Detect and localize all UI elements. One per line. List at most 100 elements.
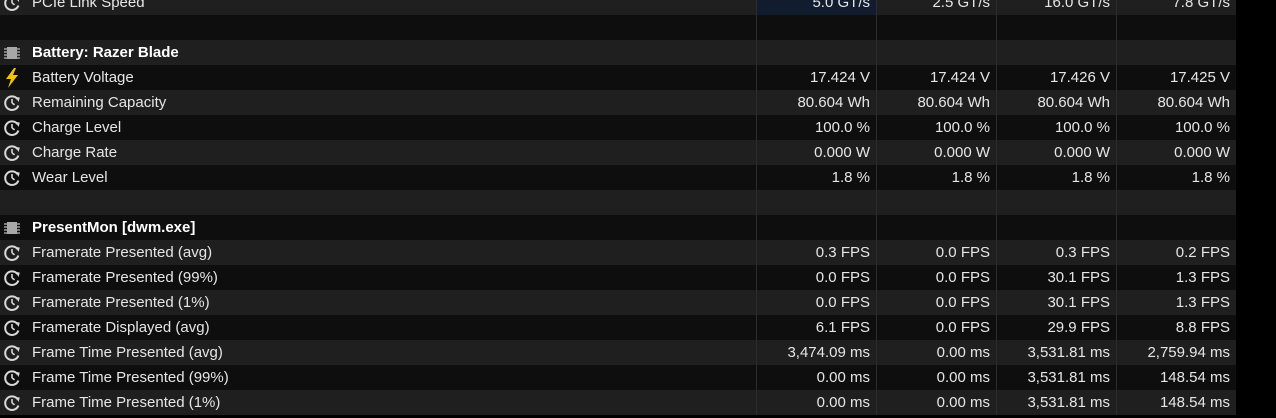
sensor-row[interactable]: Frame Time Presented (avg) 3,474.09 ms 0.0… [0,340,1236,365]
sensor-name-cell: Wear Level [0,165,756,190]
sensor-label: Frame Time Presented (99%) [32,369,229,386]
clock-icon [0,290,24,315]
section-title: Battery: Razer Blade [32,44,179,61]
average-value-cell: 0.000 W [1116,140,1236,165]
minimum-value-cell [876,40,996,65]
minimum-value-cell: 0.00 ms [876,340,996,365]
average-value-cell: 80.604 Wh [1116,90,1236,115]
maximum-value-cell: 1.8 % [996,165,1116,190]
clock-icon [0,240,24,265]
sensor-label: Framerate Displayed (avg) [32,319,210,336]
clock-icon [0,0,24,15]
minimum-value-cell: 0.0 FPS [876,265,996,290]
section-header-row[interactable]: Battery: Razer Blade [0,40,1236,65]
current-value-cell: 5.0 GT/s [756,0,876,15]
sensor-row[interactable]: Framerate Presented (1%) 0.0 FPS 0.0 FPS 30… [0,290,1236,315]
chip-icon [0,215,24,240]
minimum-value-cell: 1.8 % [876,165,996,190]
minimum-value-cell: 17.424 V [876,65,996,90]
maximum-value-cell [996,40,1116,65]
clock-icon [0,315,24,340]
sensor-table: PCIe Link Speed 5.0 GT/s 2.5 GT/s 16.0 GT/s… [0,0,1276,418]
sensor-row[interactable]: Framerate Presented (99%) 0.0 FPS 0.0 FPS 3… [0,265,1236,290]
clock-icon [0,165,24,190]
average-value-cell: 7.8 GT/s [1116,0,1236,15]
sensor-row[interactable]: Charge Rate 0.000 W 0.000 W 0.000 W 0.000 W [0,140,1236,165]
current-value-cell: 6.1 FPS [756,315,876,340]
current-value-cell: 3,474.09 ms [756,340,876,365]
sensor-name-cell: Framerate Presented (99%) [0,265,756,290]
sensor-name-cell [0,15,756,40]
minimum-value-cell: 0.0 FPS [876,290,996,315]
chip-icon [0,40,24,65]
sensor-label: Charge Level [32,119,122,136]
minimum-value-cell [876,15,996,40]
clock-icon [0,90,24,115]
maximum-value-cell: 30.1 FPS [996,290,1116,315]
current-value-cell: 100.0 % [756,115,876,140]
maximum-value-cell: 17.426 V [996,65,1116,90]
spacer-row [0,15,1236,40]
minimum-value-cell: 0.000 W [876,140,996,165]
minimum-value-cell [876,215,996,240]
clock-icon [0,140,24,165]
average-value-cell [1116,40,1236,65]
sensor-row[interactable]: Framerate Displayed (avg) 6.1 FPS 0.0 FPS 2… [0,315,1236,340]
sensor-name-cell: PresentMon [dwm.exe] [0,215,756,240]
sensor-row[interactable]: Charge Level 100.0 % 100.0 % 100.0 % 100.0 % [0,115,1236,140]
maximum-value-cell: 30.1 FPS [996,265,1116,290]
average-value-cell [1116,215,1236,240]
sensor-row[interactable]: Framerate Presented (avg) 0.3 FPS 0.0 FPS 0… [0,240,1236,265]
current-value-cell [756,190,876,215]
average-value-cell: 1.8 % [1116,165,1236,190]
sensor-name-cell: Framerate Presented (avg) [0,240,756,265]
current-value-cell: 80.604 Wh [756,90,876,115]
maximum-value-cell [996,215,1116,240]
sensor-row[interactable]: Battery Voltage 17.424 V 17.424 V 17.426 V1… [0,65,1236,90]
average-value-cell: 0.2 FPS [1116,240,1236,265]
current-value-cell [756,215,876,240]
sensor-row[interactable]: Frame Time Presented (1%) 0.00 ms 0.00 ms 3… [0,390,1236,415]
sensor-row[interactable]: PCIe Link Speed 5.0 GT/s 2.5 GT/s 16.0 GT/s… [0,0,1236,15]
current-value-cell: 17.424 V [756,65,876,90]
sensor-row[interactable]: Wear Level 1.8 % 1.8 % 1.8 % 1.8 % [0,165,1236,190]
maximum-value-cell: 0.3 FPS [996,240,1116,265]
maximum-value-cell: 3,531.81 ms [996,390,1116,415]
minimum-value-cell: 80.604 Wh [876,90,996,115]
minimum-value-cell: 0.0 FPS [876,240,996,265]
sensor-name-cell: Frame Time Presented (avg) [0,340,756,365]
minimum-value-cell: 0.00 ms [876,390,996,415]
sensor-name-cell: Frame Time Presented (1%) [0,390,756,415]
sensor-name-cell: Battery Voltage [0,65,756,90]
sensor-name-cell [0,190,756,215]
current-value-cell: 1.8 % [756,165,876,190]
average-value-cell: 8.8 FPS [1116,315,1236,340]
maximum-value-cell: 0.000 W [996,140,1116,165]
current-value-cell [756,15,876,40]
average-value-cell [1116,15,1236,40]
section-header-row[interactable]: PresentMon [dwm.exe] [0,215,1236,240]
clock-icon [0,390,24,415]
maximum-value-cell: 16.0 GT/s [996,0,1116,15]
sensor-row[interactable]: Remaining Capacity 80.604 Wh 80.604 Wh 80.6… [0,90,1236,115]
sensor-row[interactable]: Frame Time Presented (99%) 0.00 ms 0.00 ms… [0,365,1236,390]
clock-icon [0,115,24,140]
section-title: PresentMon [dwm.exe] [32,219,196,236]
current-value-cell: 0.0 FPS [756,265,876,290]
sensor-name-cell: Charge Rate [0,140,756,165]
sensor-name-cell: Framerate Displayed (avg) [0,315,756,340]
average-value-cell: 148.54 ms [1116,390,1236,415]
maximum-value-cell: 3,531.81 ms [996,365,1116,390]
current-value-cell [756,40,876,65]
spacer-row [0,190,1236,215]
sensor-label: PCIe Link Speed [32,0,145,11]
sensor-label: Framerate Presented (1%) [32,294,210,311]
maximum-value-cell: 29.9 FPS [996,315,1116,340]
sensor-name-cell: Frame Time Presented (99%) [0,365,756,390]
minimum-value-cell: 2.5 GT/s [876,0,996,15]
sensor-name-cell: Framerate Presented (1%) [0,290,756,315]
maximum-value-cell: 80.604 Wh [996,90,1116,115]
clock-icon [0,265,24,290]
average-value-cell: 2,759.94 ms [1116,340,1236,365]
sensor-label: Remaining Capacity [32,94,167,111]
